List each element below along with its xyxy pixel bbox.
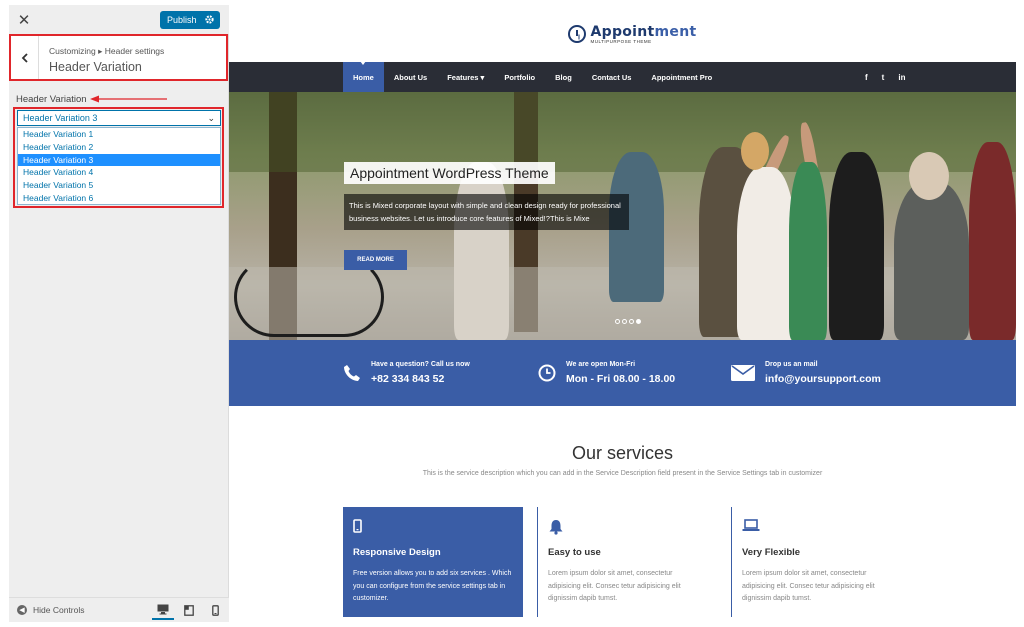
linkedin-icon[interactable]: in <box>898 73 905 82</box>
section-title: Header Variation <box>49 60 142 74</box>
site-header: Appointment MULTIPURPOSE THEME <box>229 5 1016 62</box>
logo-name-a: Appoint <box>590 23 655 40</box>
service-name: Easy to use <box>548 547 601 558</box>
nav-item-contact-us[interactable]: Contact Us <box>582 62 642 92</box>
laptop-icon <box>742 519 760 531</box>
tablet-icon[interactable] <box>178 601 200 620</box>
social-links: f t in <box>865 62 905 92</box>
service-name: Very Flexible <box>742 547 801 558</box>
nav-item-about-us[interactable]: About Us <box>384 62 437 92</box>
site-logo[interactable]: Appointment MULTIPURPOSE THEME <box>568 24 696 44</box>
select-option[interactable]: Header Variation 2 <box>18 141 220 154</box>
nav-item-features[interactable]: Features ▾ <box>437 62 494 92</box>
service-text: Lorem ipsum dolor sit amet, consectetur … <box>742 570 875 602</box>
slider-dot[interactable] <box>622 319 627 324</box>
service-name: Responsive Design <box>353 547 441 558</box>
logo-name-b: ment <box>654 23 697 40</box>
hero-title: Appointment WordPress Theme <box>344 162 555 184</box>
slider-dot-active[interactable] <box>636 319 641 324</box>
service-card[interactable]: Responsive Design Free version allows yo… <box>343 507 523 617</box>
phone-icon <box>344 365 360 381</box>
back-button[interactable] <box>11 36 39 79</box>
header-variation-select[interactable]: Header Variation 3 ⌄ <box>17 110 221 126</box>
select-option[interactable]: Header Variation 1 <box>18 128 220 141</box>
section-header: Customizing ▸ Header settings Header Var… <box>9 34 228 81</box>
hero-slider: Appointment WordPress Theme This is Mixe… <box>229 92 1016 340</box>
customizer-footer: ◀ Hide Controls <box>9 597 229 622</box>
slider-dot[interactable] <box>615 319 620 324</box>
slider-dot[interactable] <box>629 319 634 324</box>
select-options-list: Header Variation 1 Header Variation 2 He… <box>17 127 221 205</box>
contact-bar: Have a question? Call us now +82 334 843… <box>229 340 1016 406</box>
photo-person <box>969 142 1016 340</box>
photo-head <box>909 152 949 200</box>
contact-value: +82 334 843 52 <box>371 373 445 385</box>
mail-icon <box>731 365 755 381</box>
logo-tagline: MULTIPURPOSE THEME <box>590 38 652 44</box>
photo-person <box>454 162 509 340</box>
read-more-button[interactable]: READ MORE <box>344 250 407 270</box>
select-option[interactable]: Header Variation 5 <box>18 179 220 192</box>
service-text: Lorem ipsum dolor sit amet, consectetur … <box>548 570 681 602</box>
mobile-icon[interactable] <box>204 601 226 620</box>
services-description: This is the service description which yo… <box>422 470 823 477</box>
mobile-icon <box>353 519 362 533</box>
customizer-panel: ✕ Publish Customizing ▸ Header settings … <box>9 5 229 622</box>
contact-mail: Drop us an mail info@yoursupport.com <box>731 340 881 406</box>
slider-dots <box>615 319 641 324</box>
control-label: Header Variation <box>16 94 87 105</box>
breadcrumb: Customizing ▸ Header settings <box>49 46 165 56</box>
contact-phone: Have a question? Call us now +82 334 843… <box>343 340 470 406</box>
photo-person <box>789 162 827 340</box>
facebook-icon[interactable]: f <box>865 73 868 82</box>
contact-hours: We are open Mon-Fri Mon - Fri 08.00 - 18… <box>538 340 675 406</box>
select-option[interactable]: Header Variation 4 <box>18 166 220 179</box>
close-icon[interactable]: ✕ <box>9 5 39 35</box>
annotation-arrow-icon <box>90 95 167 103</box>
photo-woman <box>737 167 795 340</box>
clock-logo-icon <box>568 24 587 43</box>
select-option-selected[interactable]: Header Variation 3 <box>18 153 220 167</box>
select-option[interactable]: Header Variation 6 <box>18 192 220 205</box>
desktop-icon[interactable] <box>152 601 174 620</box>
select-value: Header Variation 3 <box>23 113 98 123</box>
logo-text: Appointment MULTIPURPOSE THEME <box>590 24 696 44</box>
logo-name: Appointment <box>590 24 696 40</box>
customizer-header: ✕ Publish <box>9 5 229 35</box>
contact-value: Mon - Fri 08.00 - 18.00 <box>566 373 676 385</box>
collapse-icon: ◀ <box>17 605 27 615</box>
main-navigation: Home About Us Features ▾ Portfolio Blog … <box>229 61 1016 92</box>
chevron-down-icon: ⌄ <box>207 113 215 123</box>
nav-item-home[interactable]: Home <box>343 61 384 92</box>
service-icon-wrap <box>353 519 513 535</box>
clock-icon <box>538 364 556 382</box>
site-preview: Appointment MULTIPURPOSE THEME Home Abou… <box>229 5 1016 622</box>
service-card[interactable]: Very Flexible Lorem ipsum dolor sit amet… <box>731 507 911 617</box>
photo-head <box>741 132 769 170</box>
service-icon-wrap <box>548 519 707 535</box>
nav-menu: Home About Us Features ▾ Portfolio Blog … <box>343 61 722 92</box>
photo-person <box>829 152 884 340</box>
nav-item-portfolio[interactable]: Portfolio <box>494 62 545 92</box>
hero-description: This is Mixed corporate layout with simp… <box>344 194 629 230</box>
hide-controls-button[interactable]: ◀ Hide Controls <box>17 605 85 615</box>
service-card[interactable]: Easy to use Lorem ipsum dolor sit amet, … <box>537 507 717 617</box>
publish-button[interactable]: Publish <box>160 11 220 29</box>
contact-value: info@yoursupport.com <box>765 373 881 385</box>
service-text: Free version allows you to add six servi… <box>353 570 512 602</box>
contact-label: Drop us an mail <box>765 361 818 368</box>
publish-label: Publish <box>167 15 197 25</box>
gear-icon[interactable] <box>204 14 215 25</box>
photo-man <box>894 182 969 340</box>
chevron-left-icon <box>21 52 28 63</box>
contact-label: We are open Mon-Fri <box>566 361 636 368</box>
hide-controls-label: Hide Controls <box>33 605 85 615</box>
bell-icon <box>549 520 563 535</box>
nav-item-appointment-pro[interactable]: Appointment Pro <box>641 62 722 92</box>
nav-item-blog[interactable]: Blog <box>545 62 582 92</box>
contact-label: Have a question? Call us now <box>371 361 470 368</box>
service-icon-wrap <box>742 519 901 535</box>
twitter-icon[interactable]: t <box>882 73 885 82</box>
services-title: Our services <box>571 443 674 463</box>
